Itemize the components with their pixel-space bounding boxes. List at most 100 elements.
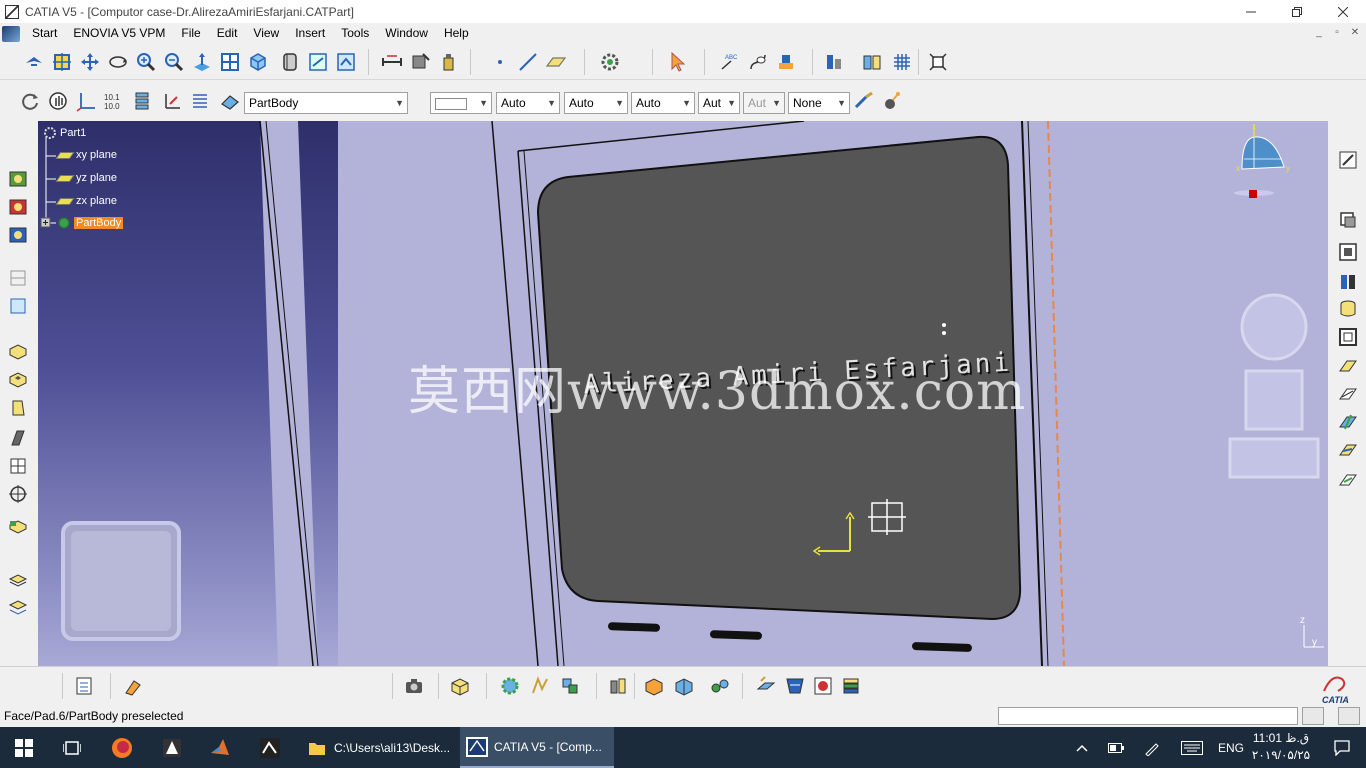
format-painter-button[interactable]	[852, 89, 876, 113]
3d-viewport[interactable]: Alireza Amiri Esfarjani Alireza Amiri Es…	[38, 121, 1328, 666]
sphere-button[interactable]	[811, 674, 835, 698]
line-thickness-selector[interactable]: Auto ▼	[496, 92, 560, 114]
output-feature-button[interactable]	[6, 222, 30, 246]
update-button[interactable]	[598, 50, 622, 74]
stack-button[interactable]	[130, 89, 154, 113]
curvature-button[interactable]	[672, 674, 696, 698]
linetype-selector[interactable]: Auto ▼	[564, 92, 628, 114]
line-button[interactable]	[516, 50, 540, 74]
flag-note-button[interactable]	[746, 50, 770, 74]
sketch-tool-button[interactable]	[1336, 148, 1360, 172]
fly-mode-button[interactable]	[22, 50, 46, 74]
menu-tools[interactable]: Tools	[333, 23, 377, 44]
body-button[interactable]	[218, 89, 242, 113]
iso-view-button[interactable]	[246, 50, 270, 74]
menu-help[interactable]: Help	[436, 23, 477, 44]
boolean-button[interactable]	[1336, 208, 1360, 232]
touch-keyboard-button[interactable]	[1170, 727, 1214, 768]
sketcher-button[interactable]	[6, 166, 30, 190]
weight-selector[interactable]: Auto ▼	[631, 92, 695, 114]
apply-material-button[interactable]	[121, 674, 145, 698]
menu-window[interactable]: Window	[377, 23, 436, 44]
catia-launcher-button[interactable]	[246, 727, 294, 768]
language-indicator[interactable]: ENG	[1214, 727, 1248, 768]
pen-button[interactable]	[1132, 727, 1172, 768]
taskbar-explorer[interactable]: C:\Users\ali13\Desk...	[300, 727, 458, 768]
menu-start[interactable]: Start	[24, 23, 65, 44]
restore-button[interactable]	[1274, 0, 1320, 23]
rules-button[interactable]	[558, 674, 582, 698]
pad-right-button[interactable]	[1336, 354, 1360, 378]
fillet-button[interactable]	[6, 512, 30, 536]
connect-button[interactable]	[708, 674, 732, 698]
point-button[interactable]	[488, 50, 512, 74]
hand-button[interactable]	[46, 89, 70, 113]
hole-button[interactable]	[6, 482, 30, 506]
command-button-1[interactable]	[1302, 707, 1324, 725]
menu-file[interactable]: File	[173, 23, 208, 44]
doc-restore-button[interactable]: ▫	[1328, 26, 1346, 40]
axis-system-2-button[interactable]	[160, 89, 184, 113]
menu-edit[interactable]: Edit	[209, 23, 246, 44]
normal-view-button[interactable]	[190, 50, 214, 74]
measure-item-button[interactable]	[408, 50, 432, 74]
pad-button[interactable]	[6, 338, 30, 362]
pocket-button[interactable]	[6, 366, 30, 390]
command-input[interactable]	[998, 707, 1298, 725]
task-view-button[interactable]	[48, 727, 96, 768]
hide-show-button[interactable]	[306, 50, 330, 74]
start-button[interactable]	[0, 727, 48, 768]
split-button[interactable]	[1336, 410, 1360, 434]
thickness-button[interactable]	[6, 566, 30, 590]
view-b-button[interactable]	[6, 294, 30, 318]
properties-painter-button[interactable]	[880, 89, 904, 113]
line-color-selector[interactable]: ▼	[430, 92, 492, 114]
pad-bottom-button[interactable]	[754, 674, 778, 698]
stack-bottom-button[interactable]	[839, 674, 863, 698]
formula-button[interactable]	[528, 674, 552, 698]
select-button[interactable]	[666, 50, 690, 74]
compass[interactable]: z x y	[1234, 121, 1294, 211]
surface-bottom-button[interactable]	[783, 674, 807, 698]
point-type-selector[interactable]: Aut ▼	[698, 92, 740, 114]
shaft-button[interactable]	[6, 396, 30, 420]
sew-button[interactable]	[1336, 438, 1360, 462]
measure-between-button[interactable]	[380, 50, 404, 74]
list-button[interactable]	[188, 89, 212, 113]
action-center-button[interactable]	[1318, 727, 1366, 768]
menu-insert[interactable]: Insert	[287, 23, 333, 44]
pattern-button[interactable]	[890, 50, 914, 74]
draft-analysis-button[interactable]	[642, 674, 666, 698]
zoom-out-button[interactable]	[162, 50, 186, 74]
surface-button[interactable]	[6, 594, 30, 618]
tree-node-part[interactable]: Part1	[42, 125, 86, 141]
remove-button[interactable]	[1336, 240, 1360, 264]
translate-button[interactable]	[1336, 270, 1360, 294]
body-selector[interactable]: PartBody ▼	[244, 92, 408, 114]
analysis-button[interactable]	[606, 674, 630, 698]
close-button[interactable]	[1320, 0, 1366, 23]
tree-node-xy-plane[interactable]: xy plane	[55, 149, 117, 161]
doc-minimize-button[interactable]: _	[1310, 26, 1328, 40]
hole-feature-button[interactable]	[448, 674, 472, 698]
scan-button[interactable]	[774, 50, 798, 74]
rib-button[interactable]	[6, 426, 30, 450]
view-a-button[interactable]	[6, 266, 30, 290]
menu-enovia[interactable]: ENOVIA V5 VPM	[65, 23, 173, 44]
pan-gadget[interactable]	[1244, 369, 1304, 431]
firefox-button[interactable]	[98, 727, 146, 768]
clock[interactable]: 11:01 ق.ظ ۲۰۱۹/۰۵/۲۵	[1246, 730, 1316, 764]
fit-window-button[interactable]	[926, 50, 950, 74]
add-button[interactable]	[1336, 325, 1360, 349]
tree-node-yz-plane[interactable]: yz plane	[55, 172, 117, 184]
layer-selector[interactable]: None ▼	[788, 92, 850, 114]
knowledge-button[interactable]	[822, 50, 846, 74]
command-button-2[interactable]	[1338, 707, 1360, 725]
multi-view-button[interactable]	[218, 50, 242, 74]
positioned-sketch-button[interactable]	[6, 194, 30, 218]
pan-button[interactable]	[78, 50, 102, 74]
thick-surface-button[interactable]	[1336, 468, 1360, 492]
param-button[interactable]	[498, 674, 522, 698]
swap-space-button[interactable]	[334, 50, 358, 74]
annotation-button[interactable]: ABC	[718, 50, 742, 74]
